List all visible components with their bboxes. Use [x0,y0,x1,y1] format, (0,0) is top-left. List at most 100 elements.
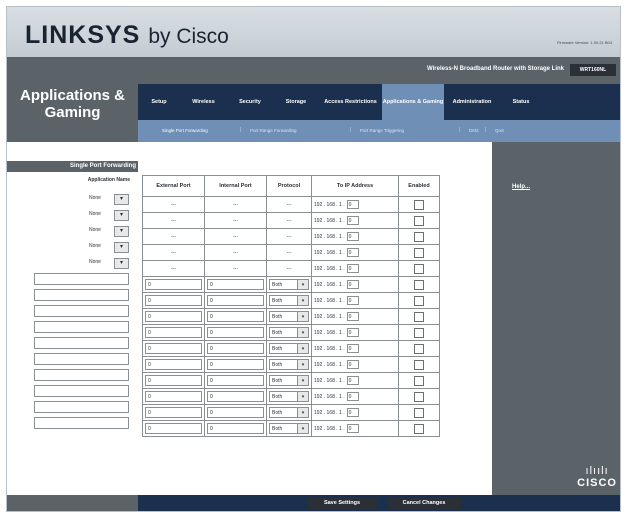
enabled-checkbox[interactable] [414,247,424,258]
cancel-changes-button[interactable]: Cancel Changes [387,498,461,509]
application-name-field[interactable] [34,273,129,285]
external-port-input[interactable]: 0 [145,375,202,386]
readonly-dash: --- [204,212,267,229]
left-column: Single Port Forwarding Application Name … [7,142,138,495]
protocol-select[interactable]: Both ▾ [269,423,309,434]
enabled-checkbox[interactable] [414,407,424,418]
application-name-field[interactable] [34,385,129,397]
readonly-dash: --- [266,260,312,277]
internal-port-input[interactable]: 0 [207,295,264,306]
external-port-input[interactable]: 0 [145,295,202,306]
subtab-single-port-forwarding[interactable]: Single Port Forwarding [162,128,208,133]
external-port-input[interactable]: 0 [145,407,202,418]
application-name-field[interactable] [34,353,129,365]
protocol-select[interactable]: Both ▾ [269,327,309,338]
enabled-checkbox[interactable] [414,391,424,402]
enabled-checkbox[interactable] [414,375,424,386]
external-port-input[interactable]: 0 [145,359,202,370]
tab-security[interactable]: Security [227,84,273,120]
enabled-checkbox[interactable] [414,343,424,354]
external-port-input[interactable]: 0 [145,423,202,434]
protocol-select[interactable]: Both ▾ [269,311,309,322]
application-name-field[interactable] [34,337,129,349]
internal-port-input[interactable]: 0 [207,407,264,418]
enabled-checkbox[interactable] [414,231,424,242]
protocol-select[interactable]: Both ▾ [269,295,309,306]
enabled-checkbox[interactable] [414,199,424,210]
ip-last-octet-input[interactable]: 0 [346,264,359,273]
ip-last-octet-input[interactable]: 0 [346,344,359,353]
application-select[interactable]: None ▾ [89,258,129,269]
tab-status[interactable]: Status [500,84,542,120]
ip-last-octet-input[interactable]: 0 [346,328,359,337]
ip-last-octet-input[interactable]: 0 [346,312,359,321]
application-select[interactable]: None ▾ [89,242,129,253]
subtab-dmz[interactable]: DMZ [469,128,479,133]
table-row: 0 0 Both ▾ 192 . 168 . 1 .0 [142,340,440,357]
help-link[interactable]: Help... [512,184,530,190]
enabled-checkbox[interactable] [414,359,424,370]
application-name-field[interactable] [34,289,129,301]
application-name-field[interactable] [34,321,129,333]
application-select[interactable]: None ▾ [89,226,129,237]
enabled-checkbox[interactable] [414,423,424,434]
internal-port-input[interactable]: 0 [207,375,264,386]
protocol-select[interactable]: Both ▾ [269,391,309,402]
ip-prefix: 192 . 168 . 1 . [314,265,345,272]
ip-last-octet-input[interactable]: 0 [346,248,359,257]
external-port-input[interactable]: 0 [145,279,202,290]
table-row: --- --- --- 192 . 168 . 1 .0 [142,196,440,213]
subtab-port-range-forwarding[interactable]: Port Range Forwarding [250,128,297,133]
ip-last-octet-input[interactable]: 0 [346,376,359,385]
tab-applications-gaming[interactable]: Applications & Gaming [382,84,444,120]
internal-port-input[interactable]: 0 [207,423,264,434]
ip-last-octet-input[interactable]: 0 [346,280,359,289]
internal-port-input[interactable]: 0 [207,311,264,322]
enabled-checkbox[interactable] [414,279,424,290]
tab-setup[interactable]: Setup [138,84,180,120]
table-row: 0 0 Both ▾ 192 . 168 . 1 .0 [142,388,440,405]
enabled-checkbox[interactable] [414,327,424,338]
application-name-field[interactable] [34,417,129,429]
save-settings-button[interactable]: Save Settings [307,498,377,509]
protocol-select[interactable]: Both ▾ [269,375,309,386]
application-select[interactable]: None ▾ [89,194,129,205]
internal-port-input[interactable]: 0 [207,359,264,370]
tab-storage[interactable]: Storage [273,84,319,120]
external-port-input[interactable]: 0 [145,327,202,338]
protocol-select[interactable]: Both ▾ [269,407,309,418]
internal-port-input[interactable]: 0 [207,279,264,290]
ip-last-octet-input[interactable]: 0 [346,408,359,417]
ip-last-octet-input[interactable]: 0 [346,232,359,241]
protocol-select[interactable]: Both ▾ [269,343,309,354]
ip-last-octet-input[interactable]: 0 [346,200,359,209]
internal-port-input[interactable]: 0 [207,391,264,402]
application-select[interactable]: None ▾ [89,210,129,221]
internal-port-input[interactable]: 0 [207,343,264,354]
protocol-select[interactable]: Both ▾ [269,359,309,370]
internal-port-input[interactable]: 0 [207,327,264,338]
ip-last-octet-input[interactable]: 0 [346,296,359,305]
external-port-input[interactable]: 0 [145,343,202,354]
enabled-checkbox[interactable] [414,311,424,322]
ip-last-octet-input[interactable]: 0 [346,424,359,433]
enabled-checkbox[interactable] [414,215,424,226]
ip-last-octet-input[interactable]: 0 [346,216,359,225]
application-name-field[interactable] [34,369,129,381]
readonly-dash: --- [142,196,205,213]
external-port-input[interactable]: 0 [145,391,202,402]
subtab-port-range-triggering[interactable]: Port Range Triggering [360,128,404,133]
subtab-qos[interactable]: QoS [495,128,504,133]
protocol-select[interactable]: Both ▾ [269,279,309,290]
ip-last-octet-input[interactable]: 0 [346,392,359,401]
enabled-checkbox[interactable] [414,295,424,306]
external-port-input[interactable]: 0 [145,311,202,322]
tab-wireless[interactable]: Wireless [180,84,227,120]
application-name-field[interactable] [34,305,129,317]
tab-access-restrictions[interactable]: Access Restrictions [319,84,382,120]
readonly-dash: --- [204,244,267,261]
application-name-field[interactable] [34,401,129,413]
tab-administration[interactable]: Administration [444,84,500,120]
ip-last-octet-input[interactable]: 0 [346,360,359,369]
enabled-checkbox[interactable] [414,263,424,274]
